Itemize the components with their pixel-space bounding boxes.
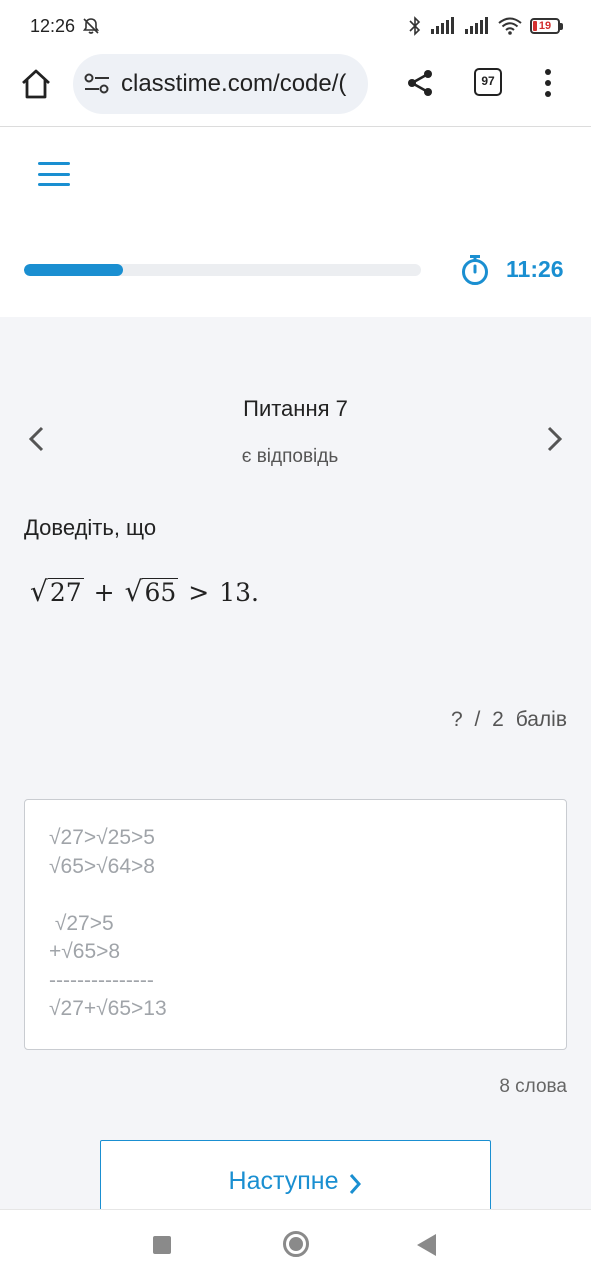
tab-count: 97 [481,74,495,88]
status-bar: 12:26 19 [0,0,591,52]
question-title: Питання 7 [243,396,348,421]
recents-button[interactable] [153,1236,171,1254]
points-label: ? / 2 балів [451,708,567,731]
home-nav-button[interactable] [283,1231,309,1257]
stopwatch-icon [462,255,488,285]
bluetooth-icon [409,16,421,36]
url-text[interactable]: classtime.com/code/( [121,70,346,98]
question-text: Доведіть, що [24,515,157,540]
sqrt-term-a: √ 27 [30,575,84,608]
next-button[interactable]: Наступне [100,1140,491,1220]
signal-icon [431,17,454,34]
hamburger-icon[interactable] [38,162,70,186]
bell-off-icon [82,18,100,34]
battery-indicator: 19 [530,18,563,34]
toolbar-divider [0,126,591,127]
word-count: 8 слова [499,1076,567,1097]
address-bar[interactable]: classtime.com/code/( [73,54,368,114]
signal-icon-2 [465,17,488,34]
question-status: є відповідь [241,446,339,467]
more-vert-icon[interactable] [538,66,558,100]
progress-bar [24,264,421,276]
battery-level: 19 [538,20,552,32]
formula-rhs: 13. [219,578,259,607]
status-time: 12:26 [30,15,76,36]
greater-than-operator: > [188,578,210,607]
progress-fill [24,264,124,276]
share-icon[interactable] [404,67,436,99]
sqrt-term-b: √ 65 [124,575,179,608]
answer-textarea[interactable]: √27>√25>5 √65>√64>8 √27>5 +√65>8 -------… [24,799,567,1050]
timer-value: 11:26 [506,256,564,282]
chevron-right-icon[interactable] [543,425,567,453]
plus-operator: + [93,578,115,607]
browser-toolbar: classtime.com/code/( 97 [0,52,591,126]
back-button[interactable] [417,1234,436,1256]
tab-switcher-button[interactable]: 97 [474,68,502,96]
home-icon[interactable] [18,66,54,102]
wifi-icon [498,17,522,35]
tune-icon[interactable] [83,72,111,96]
question-formula: √ 27 + √ 65 > 13. [30,578,269,606]
next-button-label: Наступне [228,1167,339,1195]
chevron-right-icon [350,1174,362,1194]
